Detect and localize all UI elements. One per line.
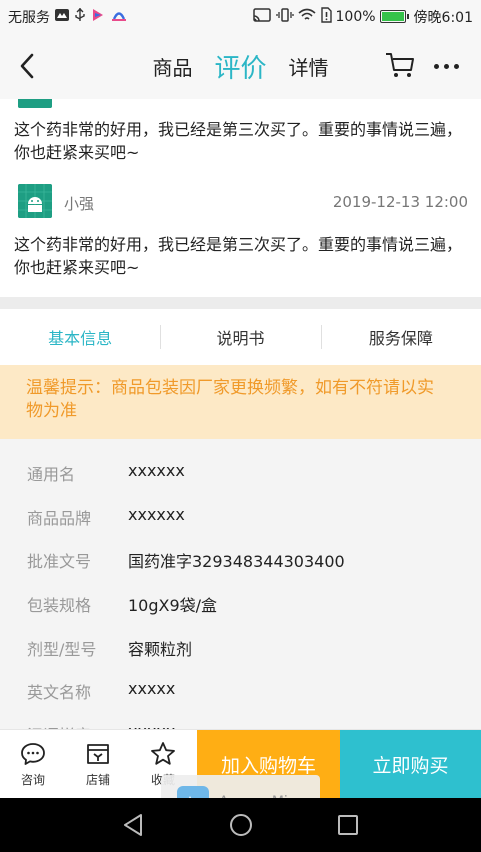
- info-key: 包装规格: [27, 596, 92, 615]
- app-notification-icon: [90, 7, 106, 27]
- info-value: 容颗粒剂: [128, 640, 193, 659]
- basic-info-list: 通用名 xxxxxx 商品品牌 xxxxxx 批准文号 国药准字32934834…: [0, 439, 481, 729]
- section-divider: [0, 297, 481, 309]
- more-options-icon[interactable]: [430, 51, 462, 81]
- info-key: 英文名称: [27, 683, 92, 702]
- reviews-section: 这个药非常的好用，我已经是第三次买了。重要的事情说三遍，你也赶紧来买吧~ 小强 …: [0, 99, 481, 297]
- tab-product[interactable]: 商品: [152, 52, 192, 81]
- sim-alert-icon: [320, 6, 332, 27]
- info-value: 国药准字329348344303400: [128, 552, 345, 571]
- reviewer-name: 小强: [64, 195, 95, 213]
- notification-icon: [54, 8, 70, 26]
- consult-button[interactable]: 咨询: [1, 730, 65, 799]
- review-text: 这个药非常的好用，我已经是第三次买了。重要的事情说三遍，你也赶紧来买吧~: [14, 235, 463, 277]
- store-icon: [87, 744, 109, 764]
- chat-icon: [21, 743, 45, 765]
- clock: 傍晚6:01: [413, 9, 473, 26]
- nav-back-icon[interactable]: [120, 811, 148, 839]
- packaging-notice: 温馨提示：商品包装因厂家更换频繁，如有不符请以实物为准: [0, 365, 481, 439]
- system-navigation-bar: [0, 798, 481, 852]
- reviewer-avatar: [18, 99, 52, 108]
- consult-label: 咨询: [20, 773, 45, 787]
- status-bar: 无服务 100% 傍晚6:01: [0, 0, 481, 33]
- info-key: 商品品牌: [27, 509, 92, 528]
- info-row: 剂型/型号 容颗粒剂: [0, 626, 481, 670]
- top-nav-bar: 商品 评价 详情: [0, 33, 481, 99]
- info-row: 批准文号 国药准字329348344303400: [0, 538, 481, 582]
- info-value: xxxxx: [128, 722, 175, 729]
- tab-details[interactable]: 详情: [289, 52, 329, 81]
- nav-home-icon[interactable]: [227, 811, 255, 839]
- tab-reviews[interactable]: 评价: [214, 48, 266, 85]
- shopping-cart-icon[interactable]: [384, 49, 416, 81]
- info-row: 包装规格 10gX9袋/盒: [0, 582, 481, 626]
- info-row: 商品品牌 xxxxxx: [0, 495, 481, 539]
- info-value: 10gX9袋/盒: [128, 596, 218, 615]
- tab-basic-info[interactable]: 基本信息: [0, 309, 160, 365]
- info-row: 通用名 xxxxxx: [0, 451, 481, 495]
- tab-service-guarantee[interactable]: 服务保障: [320, 309, 481, 365]
- info-key: 通用名: [27, 465, 76, 484]
- battery-icon: [379, 10, 409, 23]
- baidu-notification-icon: [110, 7, 128, 27]
- shop-button[interactable]: 店铺: [66, 730, 130, 799]
- info-key: 汉语拼音: [27, 722, 91, 729]
- reviewer-avatar: [18, 184, 52, 218]
- info-value: xxxxx: [128, 679, 176, 698]
- info-key: 剂型/型号: [27, 640, 97, 659]
- usb-icon: [74, 7, 86, 27]
- info-row: 汉语拼音 xxxxx: [0, 712, 481, 729]
- vibrate-icon: [275, 7, 294, 27]
- info-key: 批准文号: [27, 552, 92, 571]
- shop-label: 店铺: [85, 773, 110, 787]
- info-value: xxxxxx: [128, 461, 185, 480]
- info-value: xxxxxx: [128, 505, 185, 524]
- info-tabs: 基本信息 说明书 服务保障: [0, 309, 481, 365]
- star-icon: [151, 742, 175, 765]
- review-date: 2019-12-13 12:00: [332, 193, 468, 211]
- cast-icon: [252, 7, 272, 27]
- info-row: 英文名称 xxxxx: [0, 669, 481, 713]
- review-text: 这个药非常的好用，我已经是第三次买了。重要的事情说三遍，你也赶紧来买吧~: [14, 120, 463, 162]
- buy-now-button[interactable]: 立即购买: [340, 730, 481, 799]
- nav-recents-icon[interactable]: [334, 811, 362, 839]
- battery-percent: 100%: [335, 8, 376, 25]
- tab-instructions[interactable]: 说明书: [160, 309, 320, 365]
- wifi-icon: [297, 8, 316, 26]
- carrier-label: 无服务: [8, 9, 50, 26]
